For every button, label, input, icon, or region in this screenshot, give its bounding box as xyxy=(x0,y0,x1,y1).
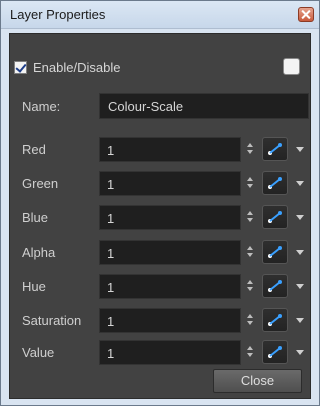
green-label: Green xyxy=(22,176,59,191)
close-icon[interactable] xyxy=(298,7,314,22)
saturation-field[interactable]: 1 xyxy=(99,308,241,333)
hue-function-button[interactable] xyxy=(262,274,288,298)
blue-field[interactable]: 1 xyxy=(99,205,241,230)
function-curve-icon xyxy=(268,280,282,292)
name-label: Name: xyxy=(22,99,61,114)
hue-label: Hue xyxy=(22,279,46,294)
window-title: Layer Properties xyxy=(10,7,106,22)
red-label: Red xyxy=(22,142,46,157)
alpha-field[interactable]: 1 xyxy=(99,240,241,265)
red-dropdown-chevron-down-icon[interactable] xyxy=(296,147,304,152)
function-curve-icon xyxy=(268,143,282,155)
alpha-function-button[interactable] xyxy=(262,240,288,264)
function-curve-icon xyxy=(268,211,282,223)
value-label: Value xyxy=(22,345,55,360)
green-dropdown-chevron-down-icon[interactable] xyxy=(296,181,304,186)
value-field[interactable]: 1 xyxy=(99,340,241,365)
function-curve-icon xyxy=(268,177,282,189)
saturation-function-button[interactable] xyxy=(262,308,288,332)
saturation-dropdown-chevron-down-icon[interactable] xyxy=(296,318,304,323)
hue-field[interactable]: 1 xyxy=(99,274,241,299)
blue-label: Blue xyxy=(22,210,49,225)
function-curve-icon xyxy=(268,346,282,358)
name-field[interactable]: Colour-Scale xyxy=(99,93,309,119)
blue-dropdown-chevron-down-icon[interactable] xyxy=(296,215,304,220)
blue-function-button[interactable] xyxy=(262,205,288,229)
function-curve-icon xyxy=(268,314,282,326)
saturation-label: Saturation xyxy=(22,313,82,328)
red-spinner-icon[interactable] xyxy=(247,143,255,157)
green-field[interactable]: 1 xyxy=(99,171,241,196)
alpha-spinner-icon[interactable] xyxy=(247,246,255,260)
value-function-button[interactable] xyxy=(262,340,288,364)
hue-spinner-icon[interactable] xyxy=(247,280,255,294)
alpha-dropdown-chevron-down-icon[interactable] xyxy=(296,250,304,255)
close-button[interactable]: Close xyxy=(213,369,302,393)
blue-spinner-icon[interactable] xyxy=(247,211,255,225)
function-curve-icon xyxy=(268,246,282,258)
value-spinner-icon[interactable] xyxy=(247,346,255,360)
enable-checkbox[interactable] xyxy=(14,61,27,74)
value-dropdown-chevron-down-icon[interactable] xyxy=(296,350,304,355)
green-spinner-icon[interactable] xyxy=(247,177,255,191)
saturation-spinner-icon[interactable] xyxy=(247,314,255,328)
enable-label: Enable/Disable xyxy=(33,60,121,75)
green-function-button[interactable] xyxy=(262,171,288,195)
layer-checkbox[interactable] xyxy=(283,58,300,75)
hue-dropdown-chevron-down-icon[interactable] xyxy=(296,284,304,289)
red-field[interactable]: 1 xyxy=(99,137,241,162)
title-bar[interactable]: Layer Properties xyxy=(1,1,319,29)
red-function-button[interactable] xyxy=(262,137,288,161)
alpha-label: Alpha xyxy=(22,245,56,260)
